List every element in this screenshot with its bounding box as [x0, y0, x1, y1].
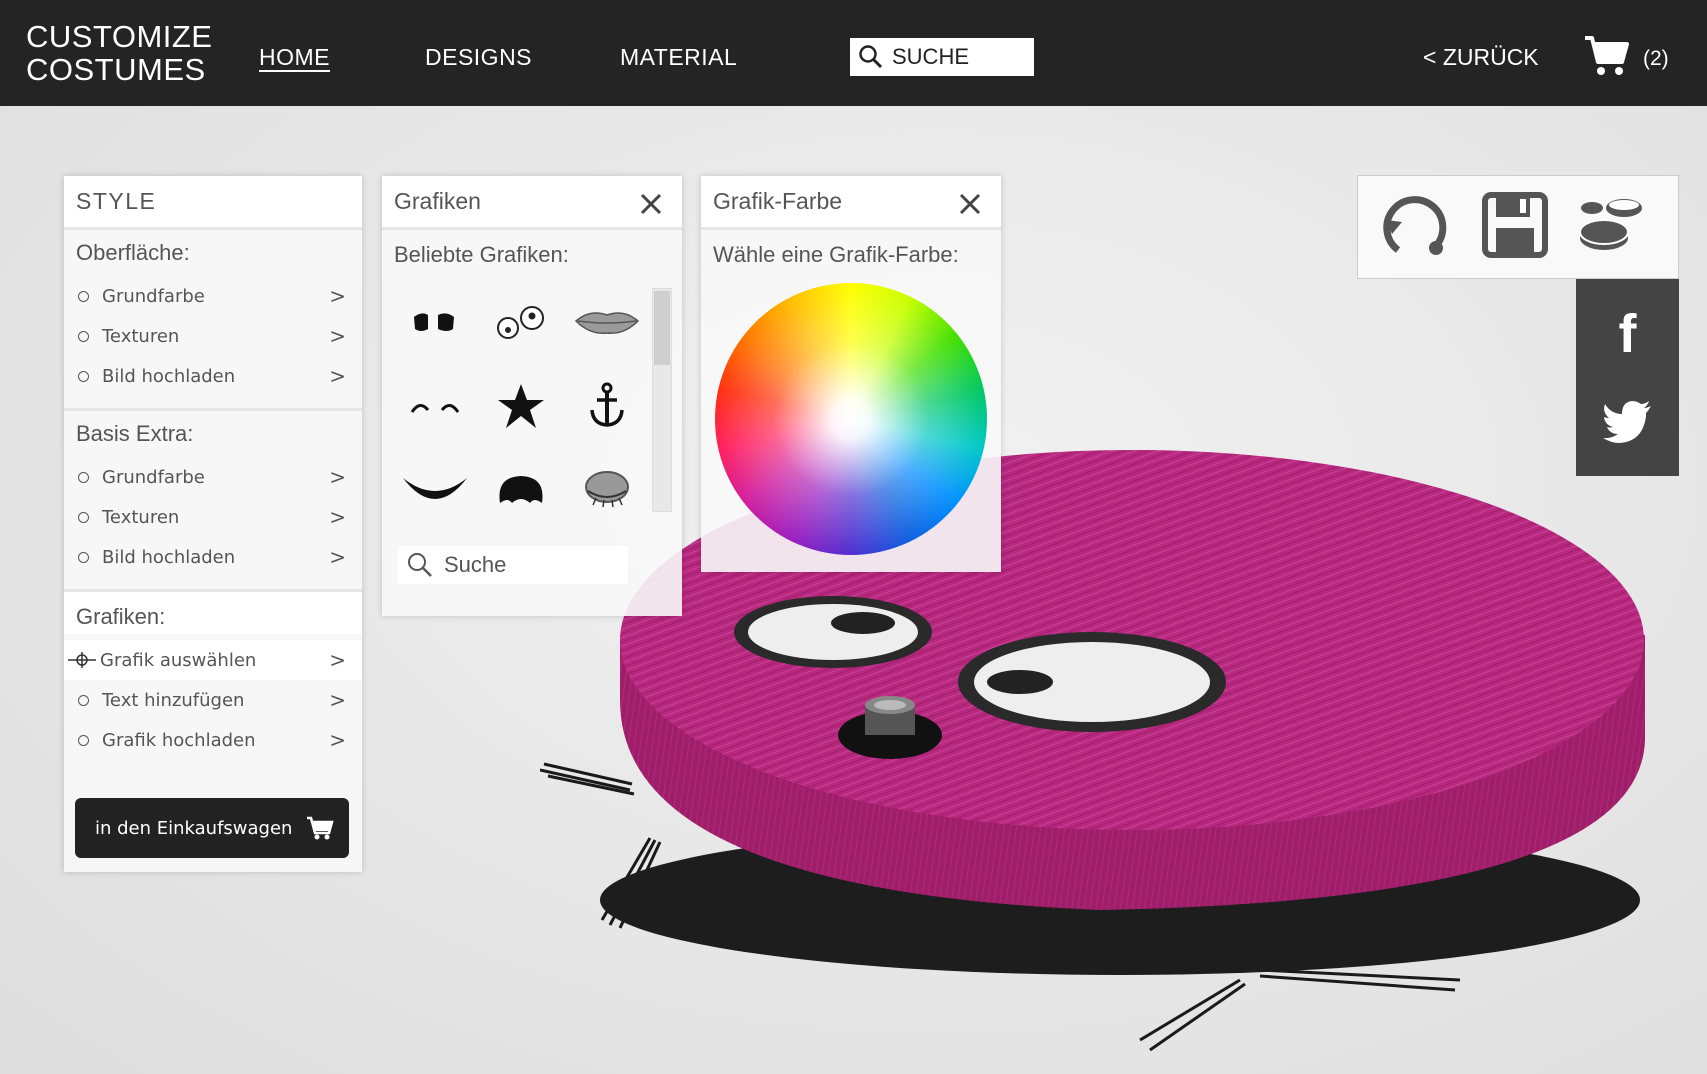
option-label: Bild hochladen: [102, 546, 236, 568]
option-label: Texturen: [102, 506, 180, 528]
anchor-icon[interactable]: [564, 364, 650, 448]
chevron-right-icon: >: [329, 364, 346, 388]
robot-eye-left: [734, 596, 932, 668]
layers-icon[interactable]: [1578, 194, 1648, 260]
option-label: Grafik hochladen: [102, 729, 256, 751]
option-label: Grafik auswählen: [100, 649, 257, 671]
color-panel-title: Grafik-Farbe: [713, 188, 843, 214]
option-oberflaeche-texturen[interactable]: Texturen >: [76, 316, 350, 356]
reset-icon[interactable]: [1380, 192, 1450, 262]
cart-icon[interactable]: [1583, 32, 1629, 78]
style-panel: STYLE Oberfläche: Grundfarbe > Texturen …: [64, 176, 362, 872]
chevron-right-icon: >: [329, 465, 346, 489]
chevron-right-icon: >: [329, 728, 346, 752]
graphics-panel-title: Grafiken: [394, 188, 481, 214]
radio-icon: [78, 551, 89, 563]
crosshair-icon: [68, 652, 96, 668]
close-icon[interactable]: [959, 193, 981, 215]
lips-icon[interactable]: [564, 280, 650, 364]
graphics-subtitle: Beliebte Grafiken:: [394, 242, 569, 267]
closed-eye-lashes-icon[interactable]: [564, 448, 650, 532]
section-title: Basis Extra:: [76, 421, 194, 446]
option-label: Grundfarbe: [102, 285, 205, 307]
radio-icon: [78, 330, 89, 342]
add-to-cart-button[interactable]: in den Einkaufswagen: [75, 798, 349, 858]
option-label: Text hinzufügen: [102, 689, 245, 711]
back-link[interactable]: < ZURÜCK: [1423, 44, 1539, 71]
section-basis-extra: Basis Extra: Grundfarbe > Texturen > Bil…: [64, 411, 362, 592]
brush-front-right: [1139, 968, 1461, 1052]
section-grafiken: Grafiken: Grafik auswählen > Text hinzuf…: [64, 592, 362, 772]
brand-line-2: COSTUMES: [26, 52, 206, 87]
brand-logo[interactable]: CUSTOMIZE COSTUMES: [26, 20, 216, 86]
color-panel-header: Grafik-Farbe: [701, 176, 1001, 230]
chevron-right-icon: >: [329, 505, 346, 529]
radio-icon: [78, 694, 89, 706]
radio-icon: [78, 370, 89, 382]
section-title: Grafiken:: [64, 592, 362, 634]
option-text-hinzufuegen[interactable]: Text hinzufügen >: [76, 680, 350, 720]
add-to-cart-label: in den Einkaufswagen: [95, 817, 293, 839]
chevron-right-icon: >: [329, 688, 346, 712]
option-grafik-auswaehlen[interactable]: Grafik auswählen >: [64, 640, 362, 680]
search-icon: [859, 45, 883, 69]
option-basis-grundfarbe[interactable]: Grundfarbe >: [76, 457, 350, 497]
chevron-right-icon: >: [329, 648, 346, 672]
chevron-right-icon: >: [329, 324, 346, 348]
option-basis-texturen[interactable]: Texturen >: [76, 497, 350, 537]
cart-count: (2): [1643, 47, 1669, 70]
graphics-grid: [392, 280, 648, 530]
graphics-search-label: Suche: [444, 552, 507, 577]
dark-eyes-icon[interactable]: [392, 280, 478, 364]
option-oberflaeche-grundfarbe[interactable]: Grundfarbe >: [76, 276, 350, 316]
cart-icon: [307, 816, 335, 840]
graphics-search-input[interactable]: Suche: [398, 546, 628, 584]
section-oberflaeche: Oberfläche: Grundfarbe > Texturen > Bild…: [64, 230, 362, 411]
color-panel-subtitle: Wähle eine Grafik-Farbe:: [713, 242, 959, 267]
chevron-right-icon: >: [329, 284, 346, 308]
star-icon[interactable]: [478, 364, 564, 448]
nav-material[interactable]: MATERIAL: [620, 44, 737, 71]
brand-line-1: CUSTOMIZE: [26, 19, 213, 54]
save-icon[interactable]: [1482, 192, 1548, 258]
color-wheel[interactable]: [715, 283, 987, 555]
nav-home[interactable]: HOME: [259, 44, 330, 71]
top-search-input[interactable]: SUCHE: [850, 38, 1034, 76]
option-label: Bild hochladen: [102, 365, 236, 387]
nav-designs[interactable]: DESIGNS: [425, 44, 532, 71]
nose-icon[interactable]: [478, 448, 564, 532]
option-grafik-hochladen[interactable]: Grafik hochladen >: [76, 720, 350, 760]
top-navigation: CUSTOMIZE COSTUMES HOME DESIGNS MATERIAL…: [0, 0, 1707, 106]
graphics-panel-header: Grafiken: [382, 176, 682, 230]
closed-eyes-icon[interactable]: [392, 364, 478, 448]
option-basis-bild-hochladen[interactable]: Bild hochladen >: [76, 537, 350, 577]
twitter-icon[interactable]: [1576, 377, 1679, 467]
graphic-color-panel: Grafik-Farbe Wähle eine Grafik-Farbe:: [701, 176, 1001, 572]
smile-icon[interactable]: [392, 448, 478, 532]
section-title: Oberfläche:: [76, 240, 190, 265]
top-search-label: SUCHE: [892, 44, 970, 69]
robot-eye-right: [958, 632, 1226, 732]
radio-icon: [78, 471, 89, 483]
option-label: Texturen: [102, 325, 180, 347]
graphics-scrollbar-thumb[interactable]: [654, 291, 670, 365]
action-toolbar: [1357, 175, 1679, 279]
brush-left: [540, 762, 635, 796]
option-oberflaeche-bild-hochladen[interactable]: Bild hochladen >: [76, 356, 350, 396]
option-label: Grundfarbe: [102, 466, 205, 488]
close-icon[interactable]: [640, 193, 662, 215]
social-share-bar: f: [1576, 279, 1679, 476]
graphics-scrollbar[interactable]: [652, 288, 672, 512]
search-icon: [408, 553, 432, 577]
radio-icon: [78, 290, 89, 302]
radio-icon: [78, 511, 89, 523]
graphics-panel: Grafiken Beliebte Grafiken: Suche: [382, 176, 682, 616]
style-panel-title: STYLE: [64, 176, 362, 230]
facebook-icon[interactable]: f: [1576, 289, 1679, 379]
chevron-right-icon: >: [329, 545, 346, 569]
googly-eyes-icon[interactable]: [478, 280, 564, 364]
radio-icon: [78, 734, 89, 746]
